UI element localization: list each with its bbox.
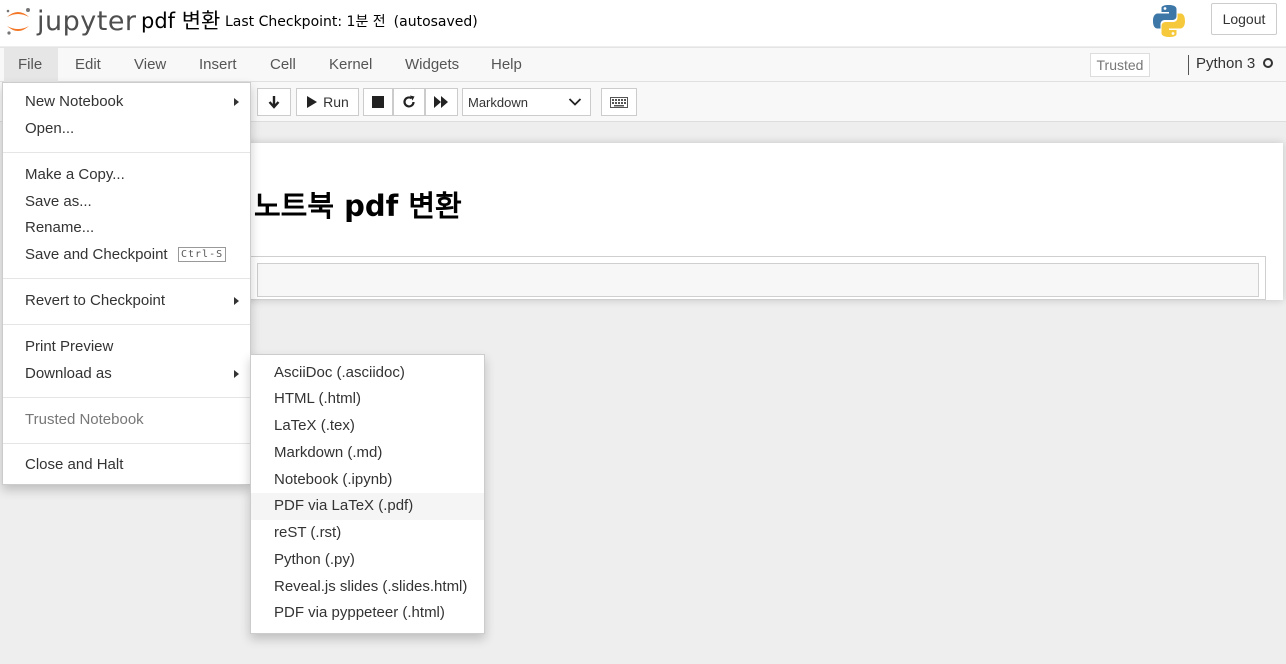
submenu-arrow-icon xyxy=(234,297,239,305)
code-cell[interactable] xyxy=(250,256,1266,300)
restart-run-all-button[interactable] xyxy=(425,88,458,116)
jupyter-logo-icon xyxy=(6,8,30,35)
menu-divider xyxy=(3,397,250,398)
menu-kernel[interactable]: Kernel xyxy=(315,48,386,82)
file-menu-rename[interactable]: Rename... xyxy=(3,215,250,241)
fast-forward-icon xyxy=(434,96,448,108)
file-menu-open[interactable]: Open... xyxy=(3,116,250,142)
move-down-button[interactable] xyxy=(257,88,291,116)
file-menu-save-as[interactable]: Save as... xyxy=(3,189,250,215)
header: jupyter pdf 변환 Last Checkpoint: 1분 전 (aut… xyxy=(0,0,1286,46)
submenu-arrow-icon xyxy=(234,98,239,106)
logo-text: jupyter xyxy=(37,5,137,37)
kernel-name[interactable]: Python 3 xyxy=(1196,55,1255,72)
restart-button[interactable] xyxy=(393,88,425,116)
download-html[interactable]: HTML (.html) xyxy=(251,386,484,413)
run-button[interactable]: Run xyxy=(296,88,359,116)
file-menu-make-copy[interactable]: Make a Copy... xyxy=(3,162,250,188)
download-as-submenu: AsciiDoc (.asciidoc) HTML (.html) LaTeX … xyxy=(250,354,485,634)
menu-edit[interactable]: Edit xyxy=(61,48,115,82)
download-asciidoc[interactable]: AsciiDoc (.asciidoc) xyxy=(251,360,484,387)
file-menu-close-halt[interactable]: Close and Halt xyxy=(3,452,250,478)
menu-file[interactable]: File xyxy=(4,48,58,82)
file-menu-trusted-notebook: Trusted Notebook xyxy=(25,411,144,428)
download-reveal-slides[interactable]: Reveal.js slides (.slides.html) xyxy=(251,574,484,601)
menu-divider xyxy=(3,278,250,279)
kernel-idle-icon xyxy=(1263,58,1273,68)
cell-type-select[interactable]: Markdown xyxy=(462,88,591,116)
file-menu-print-preview[interactable]: Print Preview xyxy=(3,334,250,360)
menu-divider xyxy=(3,152,250,153)
revert-label: Revert to Checkpoint xyxy=(25,292,166,309)
menu-widgets[interactable]: Widgets xyxy=(391,48,473,82)
download-notebook[interactable]: Notebook (.ipynb) xyxy=(251,467,484,494)
kernel-divider xyxy=(1188,55,1189,75)
keyboard-icon xyxy=(610,96,628,108)
download-as-label: Download as xyxy=(25,365,112,382)
code-input[interactable] xyxy=(257,263,1259,297)
save-shortcut: Ctrl-S xyxy=(178,247,227,262)
restart-icon xyxy=(403,95,415,108)
autosave-status: (autosaved) xyxy=(393,14,478,30)
logout-button[interactable]: Logout xyxy=(1211,3,1277,35)
notebook-name[interactable]: pdf 변환 xyxy=(141,5,220,35)
menu-view[interactable]: View xyxy=(120,48,180,82)
interrupt-button[interactable] xyxy=(363,88,393,116)
stop-icon xyxy=(372,96,384,108)
trusted-button[interactable]: Trusted xyxy=(1090,53,1150,77)
checkpoint-status: Last Checkpoint: 1분 전 (autosaved) xyxy=(225,11,478,31)
new-notebook-label: New Notebook xyxy=(25,93,124,110)
file-menu: New Notebook Open... Make a Copy... Save… xyxy=(2,82,251,485)
download-pdf-pyppeteer[interactable]: PDF via pyppeteer (.html) xyxy=(251,600,484,627)
run-icon xyxy=(307,96,318,108)
download-latex[interactable]: LaTeX (.tex) xyxy=(251,413,484,440)
python-logo-icon xyxy=(1153,5,1185,37)
menu-help[interactable]: Help xyxy=(477,48,536,82)
move-down-icon xyxy=(268,96,280,109)
jupyter-logo[interactable]: jupyter xyxy=(4,4,137,38)
download-python[interactable]: Python (.py) xyxy=(251,547,484,574)
run-label: Run xyxy=(323,94,349,110)
last-checkpoint: Last Checkpoint: 1분 전 xyxy=(225,14,386,30)
file-menu-save-checkpoint[interactable]: Save and Checkpoint Ctrl-S xyxy=(3,242,250,268)
file-menu-download-as[interactable]: Download as xyxy=(3,361,250,387)
menu-insert[interactable]: Insert xyxy=(185,48,251,82)
file-menu-new-notebook[interactable]: New Notebook xyxy=(3,89,250,115)
chevron-down-icon xyxy=(568,98,582,106)
markdown-heading[interactable]: 노트북 pdf 변환 xyxy=(254,183,462,225)
download-markdown[interactable]: Markdown (.md) xyxy=(251,440,484,467)
menu-divider xyxy=(3,443,250,444)
save-checkpoint-label: Save and Checkpoint xyxy=(25,246,168,263)
submenu-arrow-icon xyxy=(234,370,239,378)
download-pdf-latex[interactable]: PDF via LaTeX (.pdf) xyxy=(251,493,484,520)
menu-divider xyxy=(3,324,250,325)
command-palette-button[interactable] xyxy=(601,88,637,116)
download-rest[interactable]: reST (.rst) xyxy=(251,520,484,547)
menu-cell[interactable]: Cell xyxy=(256,48,310,82)
menubar: File Edit View Insert Cell Kernel Widget… xyxy=(0,47,1286,82)
cell-type-value: Markdown xyxy=(468,94,528,110)
file-menu-revert[interactable]: Revert to Checkpoint xyxy=(3,288,250,314)
